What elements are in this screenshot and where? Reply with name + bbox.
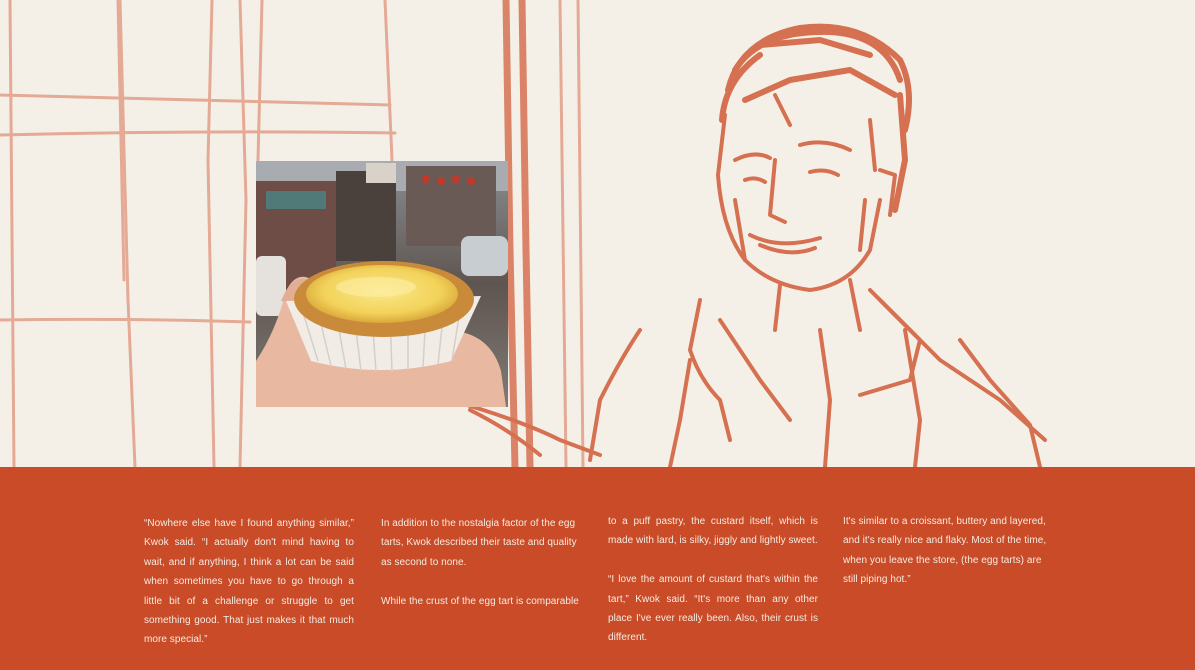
article-column-2: In addition to the nostalgia factor of t… — [381, 514, 581, 611]
article-paragraph: “Nowhere else have I found anything simi… — [144, 518, 354, 646]
article-paragraph: “I love the amount of custard that's wit… — [608, 574, 818, 644]
article-paragraph: It's similar to a croissant, buttery and… — [843, 516, 1047, 586]
header-illustration — [0, 0, 1195, 467]
egg-tart-photo — [256, 161, 508, 407]
article-panel: “Nowhere else have I found anything simi… — [0, 467, 1195, 670]
article-column-3: to a puff pastry, the custard itself, wh… — [608, 512, 818, 648]
article-column-1: “Nowhere else have I found anything simi… — [144, 514, 354, 650]
article-paragraph: to a puff pastry, the custard itself, wh… — [608, 516, 818, 547]
article-column-4: It's similar to a croissant, buttery and… — [843, 512, 1055, 590]
article-paragraph: In addition to the nostalgia factor of t… — [381, 518, 577, 568]
crayon-sketch-portrait-icon — [0, 0, 1047, 467]
article-paragraph: While the crust of the egg tart is compa… — [381, 595, 579, 607]
